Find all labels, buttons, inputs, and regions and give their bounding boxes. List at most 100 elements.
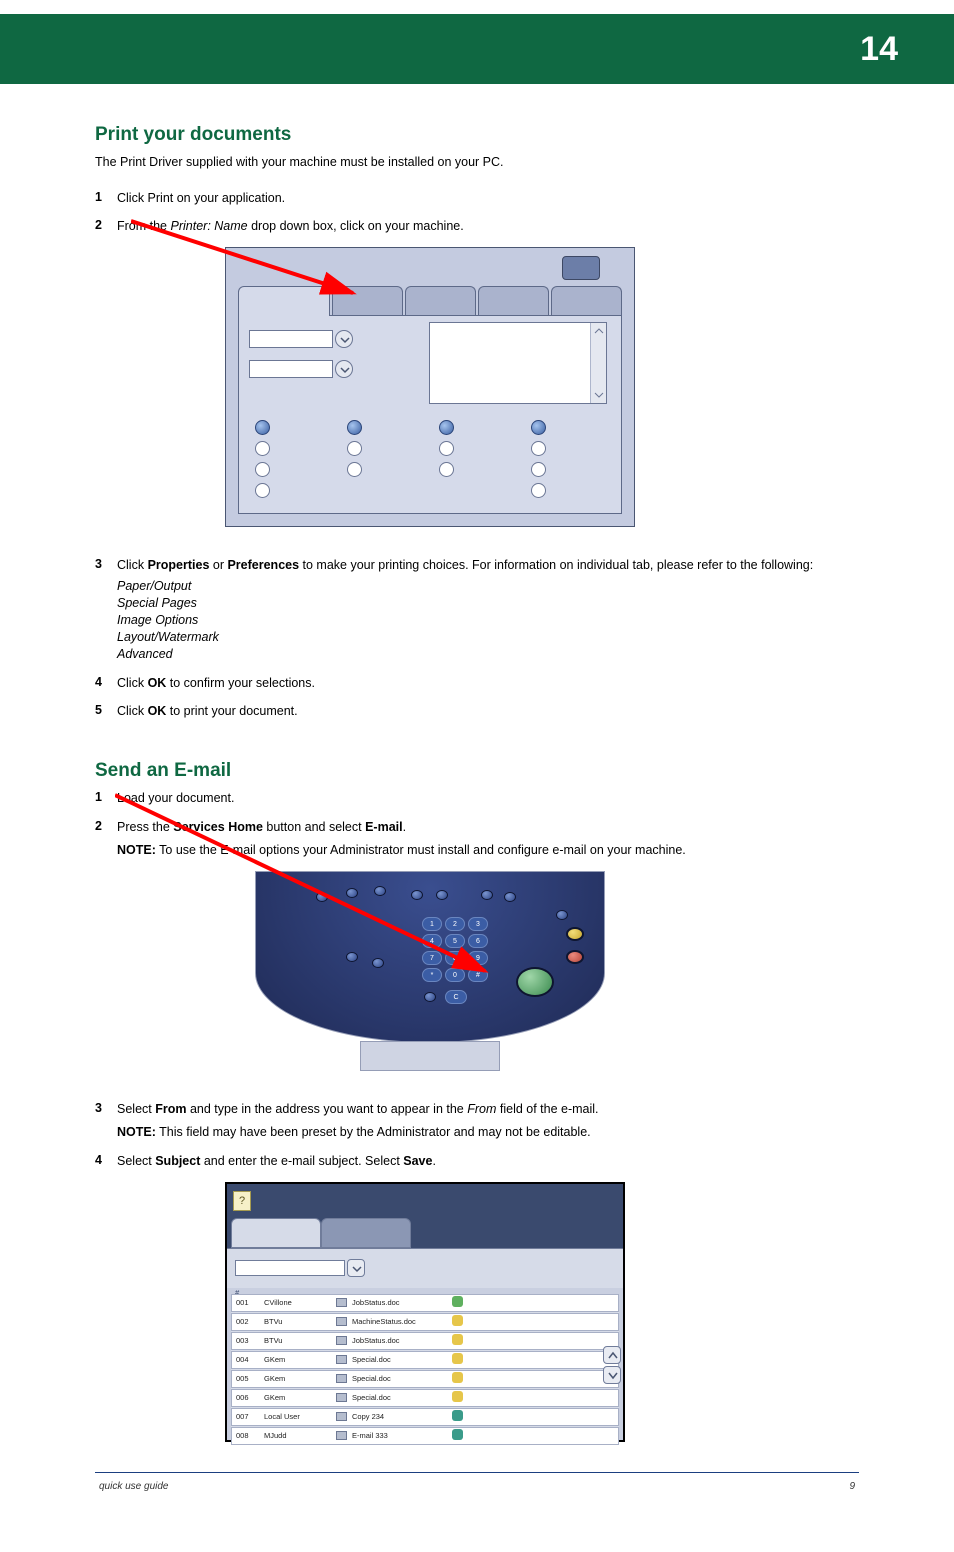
table-row[interactable]: 004GKemSpecial.doc	[231, 1351, 619, 1369]
dropdown-field[interactable]	[249, 330, 333, 348]
figure-control-panel: 1 2 3 4 5 6 7 8 9 * 0 # C	[225, 871, 859, 1071]
doc-type-icon	[336, 1317, 352, 1326]
option-radio[interactable]	[531, 441, 546, 456]
panel-button[interactable]	[411, 890, 423, 900]
keypad-key[interactable]: 6	[468, 934, 488, 948]
job-id: 006	[232, 1393, 264, 1402]
panel-button[interactable]	[316, 892, 328, 902]
figure-job-queue: ? # 001CVilloneJobStatus.doc002BTVuMachi…	[225, 1182, 859, 1442]
footer-left: quick use guide	[99, 1481, 169, 1492]
panel-button[interactable]	[372, 958, 384, 968]
dialog-tab[interactable]	[405, 286, 476, 316]
keypad-key[interactable]: 5	[445, 934, 465, 948]
option-radio[interactable]	[255, 420, 270, 435]
keypad-clear-key[interactable]: C	[445, 990, 467, 1004]
bullet: Special Pages	[117, 595, 813, 612]
dropdown-arrow-icon[interactable]	[347, 1259, 365, 1277]
dialog-tab[interactable]	[238, 286, 330, 316]
device-control-panel: 1 2 3 4 5 6 7 8 9 * 0 # C	[255, 871, 605, 1043]
table-row[interactable]: 001CVilloneJobStatus.doc	[231, 1294, 619, 1312]
stop-button[interactable]	[566, 950, 584, 964]
dropdown-arrow-icon[interactable]	[335, 330, 353, 348]
table-row[interactable]: 006GKemSpecial.doc	[231, 1389, 619, 1407]
panel-button[interactable]	[374, 886, 386, 896]
step-text: Click Properties or Preferences to make …	[117, 557, 813, 662]
option-radio[interactable]	[255, 441, 270, 456]
scroll-down-button[interactable]	[603, 1366, 621, 1384]
option-radio[interactable]	[439, 420, 454, 435]
email-step-3: 3 Select From and type in the address yo…	[95, 1101, 859, 1141]
job-owner: BTVu	[264, 1336, 336, 1345]
keypad-key[interactable]: #	[468, 968, 488, 982]
job-document: Special.doc	[352, 1374, 452, 1383]
panel-button[interactable]	[436, 890, 448, 900]
option-radio[interactable]	[439, 441, 454, 456]
keypad-key[interactable]: 1	[422, 917, 442, 931]
option-radio[interactable]	[255, 483, 270, 498]
option-radio[interactable]	[347, 441, 362, 456]
keypad-key[interactable]: 4	[422, 934, 442, 948]
job-status-icon	[452, 1410, 468, 1423]
job-owner: GKem	[264, 1355, 336, 1364]
job-document: Copy 234	[352, 1412, 452, 1421]
keypad-key[interactable]: 7	[422, 951, 442, 965]
email-step-4: 4 Select Subject and enter the e-mail su…	[95, 1153, 859, 1170]
section-intro: The Print Driver supplied with your mach…	[95, 154, 859, 172]
table-row[interactable]: 007Local UserCopy 234	[231, 1408, 619, 1426]
keypad-key[interactable]: 0	[445, 968, 465, 982]
option-radio[interactable]	[531, 462, 546, 477]
queue-tab[interactable]	[231, 1218, 321, 1248]
step-number: 4	[95, 675, 117, 692]
job-document: JobStatus.doc	[352, 1298, 452, 1307]
filter-field[interactable]	[235, 1260, 345, 1276]
help-icon[interactable]: ?	[233, 1191, 251, 1211]
option-radio[interactable]	[531, 420, 546, 435]
preview-listbox	[429, 322, 607, 404]
email-step-1: 1 Load your document.	[95, 790, 859, 807]
option-radio[interactable]	[255, 462, 270, 477]
figure-print-dialog	[225, 247, 859, 527]
dropdown-arrow-icon[interactable]	[335, 360, 353, 378]
option-radio[interactable]	[531, 483, 546, 498]
option-radio[interactable]	[439, 462, 454, 477]
doc-type-icon	[336, 1298, 352, 1307]
scroll-up-button[interactable]	[603, 1346, 621, 1364]
panel-button[interactable]	[556, 910, 568, 920]
option-radio[interactable]	[347, 462, 362, 477]
keypad-key[interactable]: 2	[445, 917, 465, 931]
panel-button[interactable]	[481, 890, 493, 900]
job-status-icon	[452, 1429, 468, 1442]
option-radio[interactable]	[347, 420, 362, 435]
table-row[interactable]: 008MJuddE-mail 333	[231, 1427, 619, 1445]
dialog-tab[interactable]	[478, 286, 549, 316]
dialog-tab[interactable]	[332, 286, 403, 316]
table-row[interactable]: 002BTVuMachineStatus.doc	[231, 1313, 619, 1331]
dropdown-field[interactable]	[249, 360, 333, 378]
panel-button[interactable]	[504, 892, 516, 902]
table-row[interactable]: 003BTVuJobStatus.doc	[231, 1332, 619, 1350]
job-status-icon	[452, 1353, 468, 1366]
scrollbar[interactable]	[590, 323, 606, 403]
doc-type-icon	[336, 1355, 352, 1364]
dialog-tab[interactable]	[551, 286, 622, 316]
keypad-key[interactable]: 9	[468, 951, 488, 965]
numeric-keypad: 1 2 3 4 5 6 7 8 9 * 0 #	[422, 917, 488, 982]
panel-button[interactable]	[346, 888, 358, 898]
table-row[interactable]: 005GKemSpecial.doc	[231, 1370, 619, 1388]
job-owner: GKem	[264, 1393, 336, 1402]
step-5: 5 Click OK to print your document.	[95, 703, 859, 720]
panel-button[interactable]	[346, 952, 358, 962]
start-button[interactable]	[516, 967, 554, 997]
footer-rule	[95, 1472, 859, 1473]
keypad-key[interactable]: 3	[468, 917, 488, 931]
keypad-key[interactable]: *	[422, 968, 442, 982]
keypad-key[interactable]: 8	[445, 951, 465, 965]
pause-button[interactable]	[566, 927, 584, 941]
queue-tab[interactable]	[321, 1218, 411, 1248]
panel-button[interactable]	[424, 992, 436, 1002]
section-title-email: Send an E-mail	[95, 760, 859, 782]
step-number: 5	[95, 703, 117, 720]
preview-icon	[562, 256, 600, 280]
doc-type-icon	[336, 1431, 352, 1440]
step-2: 2 From the Printer: Name drop down box, …	[95, 218, 859, 235]
